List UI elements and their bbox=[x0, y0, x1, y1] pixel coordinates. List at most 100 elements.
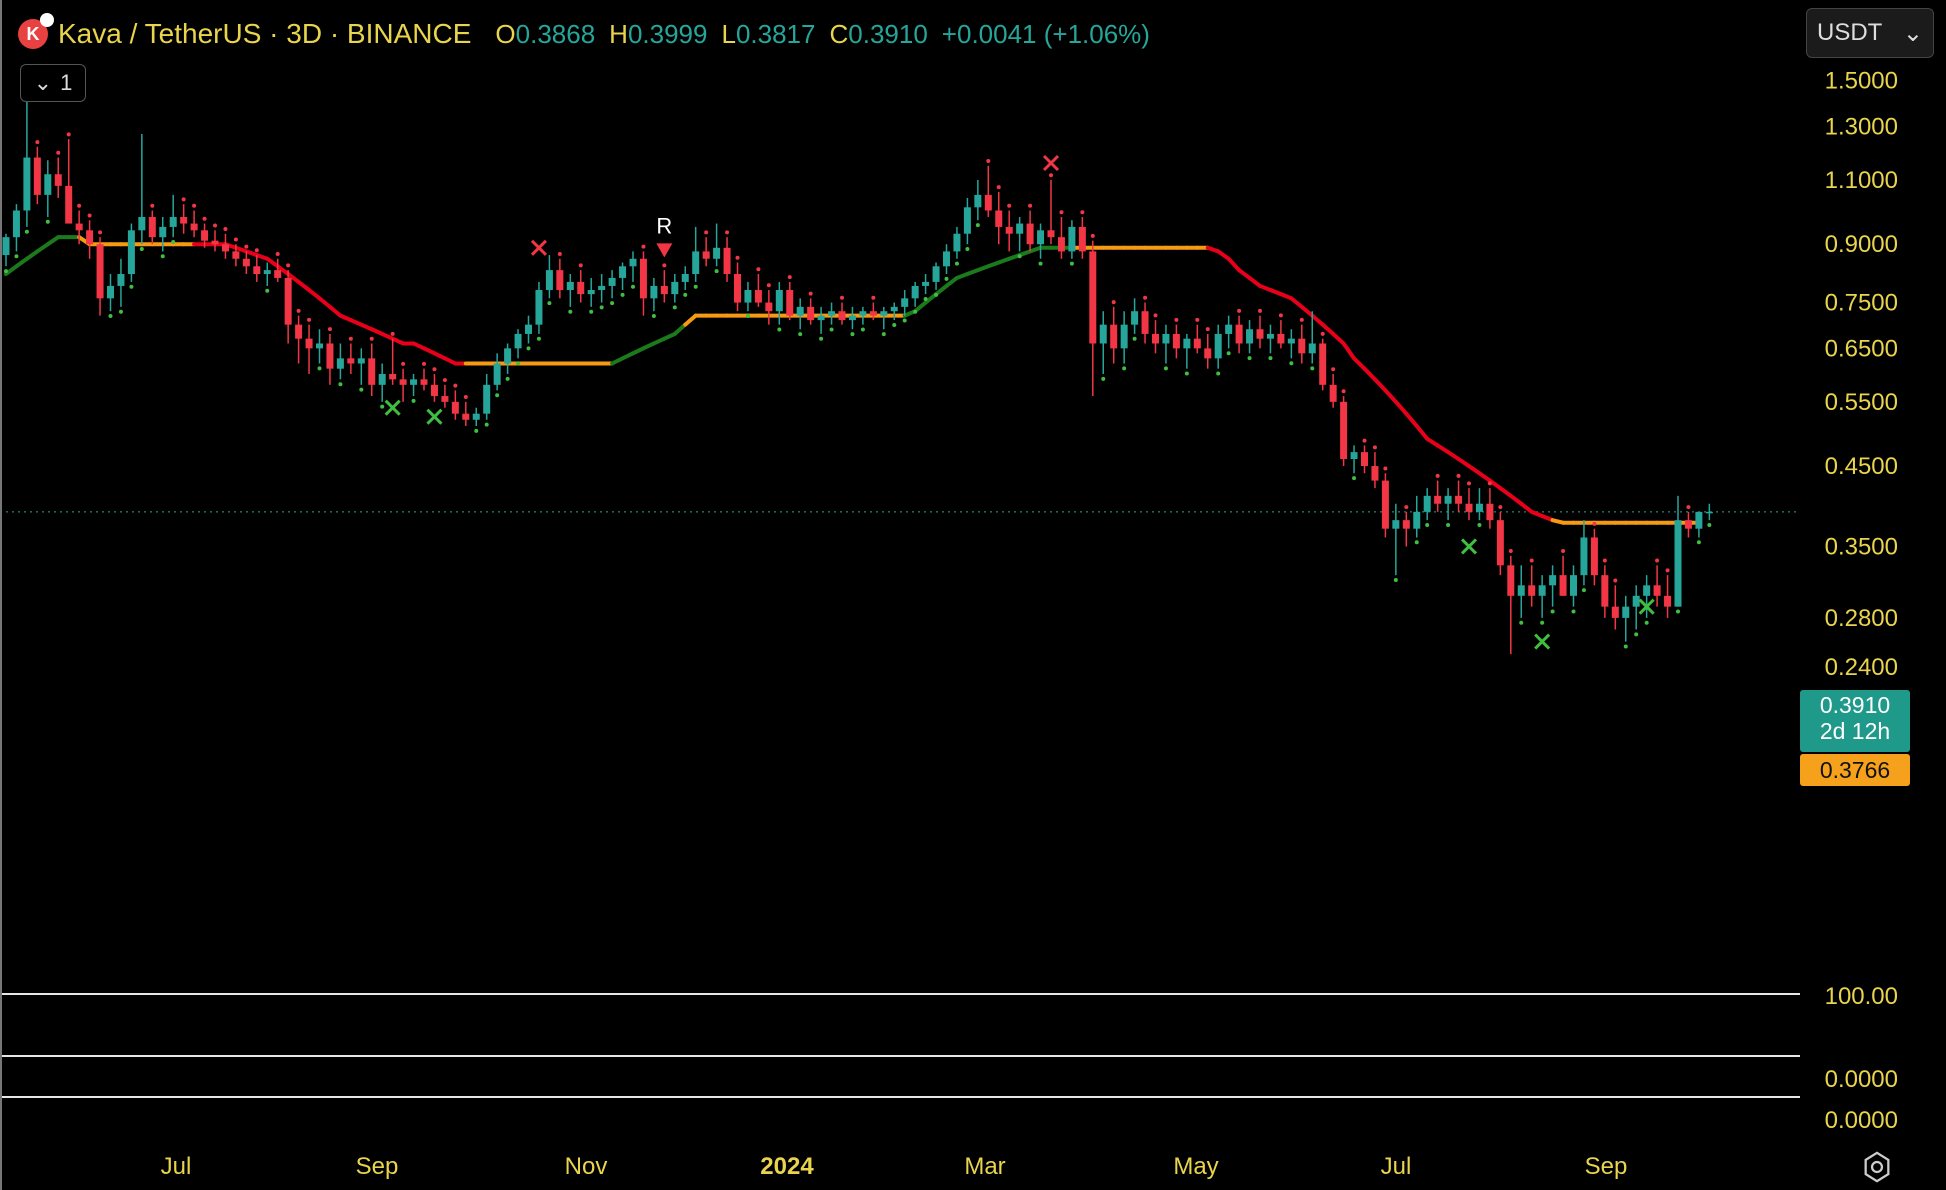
price-chart[interactable]: R 1.5000 1.3000 1.1000 0.9000 0.7500 0.6500 0.… bbox=[0, 0, 1946, 1190]
candle-body bbox=[984, 194, 992, 211]
trail-dot bbox=[1581, 588, 1586, 593]
candle-body bbox=[566, 281, 574, 291]
candle-body bbox=[221, 244, 229, 252]
candle bbox=[1361, 438, 1368, 474]
supertrend-segment bbox=[1383, 388, 1398, 404]
candle-body bbox=[1308, 343, 1316, 354]
candle bbox=[713, 223, 721, 274]
trail-dot bbox=[547, 301, 552, 306]
currency-select[interactable]: USDT ⌄ bbox=[1806, 8, 1934, 58]
sell-r-label: R bbox=[656, 213, 672, 238]
trail-dot bbox=[1268, 356, 1273, 361]
trail-dot bbox=[1372, 445, 1377, 450]
candle-body bbox=[817, 315, 825, 321]
candle bbox=[1204, 327, 1212, 369]
candle bbox=[138, 134, 146, 252]
candle bbox=[650, 277, 658, 319]
candle bbox=[1381, 466, 1389, 538]
candle bbox=[232, 237, 240, 267]
trail-dot bbox=[1446, 522, 1451, 527]
trail-dot bbox=[150, 203, 155, 208]
trail-dot bbox=[1247, 356, 1252, 361]
time-tick-label: Jul bbox=[1381, 1153, 1412, 1180]
trail-dot bbox=[1655, 558, 1660, 563]
trail-dot bbox=[1602, 558, 1607, 563]
buy-x-marker bbox=[1460, 538, 1478, 555]
close-value: 0.3910 bbox=[848, 18, 928, 49]
candle-body bbox=[629, 258, 637, 267]
symbol-title[interactable]: Kava / TetherUS · 3D · BINANCE bbox=[58, 18, 471, 50]
time-axis[interactable]: Jul Sep Nov 2024 Mar May Jul Sep bbox=[161, 1153, 1628, 1180]
trail-dot bbox=[840, 295, 844, 300]
candle bbox=[1005, 203, 1013, 252]
candle bbox=[44, 160, 52, 224]
trail-dot bbox=[735, 255, 740, 260]
price-axis[interactable]: 1.5000 1.3000 1.1000 0.9000 0.7500 0.6500 0.55… bbox=[1825, 68, 1898, 681]
candle-body bbox=[169, 216, 177, 227]
candle-body bbox=[1193, 338, 1201, 349]
candle-body bbox=[1287, 338, 1295, 344]
candle-body bbox=[974, 194, 982, 208]
candle-body bbox=[1131, 311, 1139, 325]
candle-body bbox=[1528, 585, 1536, 596]
candle-body bbox=[1361, 452, 1368, 467]
candle-body bbox=[775, 290, 783, 312]
candle-body bbox=[483, 384, 491, 414]
trail-dot bbox=[1226, 351, 1231, 356]
candle bbox=[1183, 333, 1191, 376]
candle-body bbox=[274, 270, 282, 278]
candle-body bbox=[1413, 511, 1421, 529]
trail-dot bbox=[996, 185, 1001, 190]
supertrend-segment bbox=[913, 300, 928, 314]
trail-dot bbox=[87, 213, 92, 218]
chevron-down-icon: ⌄ bbox=[33, 70, 53, 95]
candle-body bbox=[995, 210, 1003, 227]
candle-body bbox=[1110, 324, 1118, 349]
buy-x-marker bbox=[384, 399, 401, 416]
candle bbox=[1423, 488, 1431, 527]
candle bbox=[148, 203, 156, 245]
trail-dot bbox=[359, 387, 364, 392]
candle-body bbox=[1496, 520, 1504, 566]
trail-dot bbox=[254, 248, 259, 253]
candle-body bbox=[681, 274, 689, 282]
candle-body bbox=[901, 298, 909, 307]
candle bbox=[1193, 317, 1201, 354]
candle bbox=[514, 329, 522, 366]
candle-body bbox=[1277, 333, 1285, 344]
candle bbox=[838, 295, 846, 325]
candle-body bbox=[159, 226, 167, 238]
candle bbox=[566, 274, 574, 314]
trail-dot bbox=[944, 276, 949, 281]
candle-body bbox=[1434, 495, 1442, 504]
price-tick-label: 0.4500 bbox=[1825, 453, 1898, 480]
time-tick-label: Jul bbox=[161, 1153, 192, 1180]
time-tick-label: Sep bbox=[1585, 1153, 1628, 1180]
collapse-indicators-button[interactable]: ⌄ 1 bbox=[20, 64, 86, 102]
supertrend-segment bbox=[1414, 423, 1430, 441]
supertrend-segment bbox=[1320, 322, 1336, 336]
candle bbox=[525, 315, 532, 351]
candle-body bbox=[138, 216, 146, 231]
trail-dot bbox=[662, 263, 667, 268]
settings-icon[interactable] bbox=[1860, 1150, 1894, 1184]
candle bbox=[493, 353, 501, 398]
indicator-panes: 100.00 0.0000 0.0000 bbox=[0, 0, 1898, 1190]
low-value: 0.3817 bbox=[735, 18, 816, 49]
trail-dot bbox=[1644, 620, 1649, 625]
candle bbox=[305, 317, 313, 374]
trail-dot bbox=[641, 244, 646, 249]
trail-dot bbox=[129, 284, 134, 289]
trail-dot bbox=[98, 230, 103, 235]
trail-dot bbox=[651, 314, 656, 319]
candle-body bbox=[305, 338, 313, 349]
candle bbox=[430, 367, 438, 402]
trail-dot bbox=[77, 203, 82, 208]
trail-dot bbox=[484, 422, 489, 427]
trail-dot bbox=[934, 292, 939, 297]
candle bbox=[1674, 495, 1682, 614]
candle-body bbox=[493, 363, 501, 385]
candle-body bbox=[880, 311, 888, 316]
trail-dot bbox=[223, 226, 228, 231]
supertrend-segment bbox=[672, 322, 688, 336]
